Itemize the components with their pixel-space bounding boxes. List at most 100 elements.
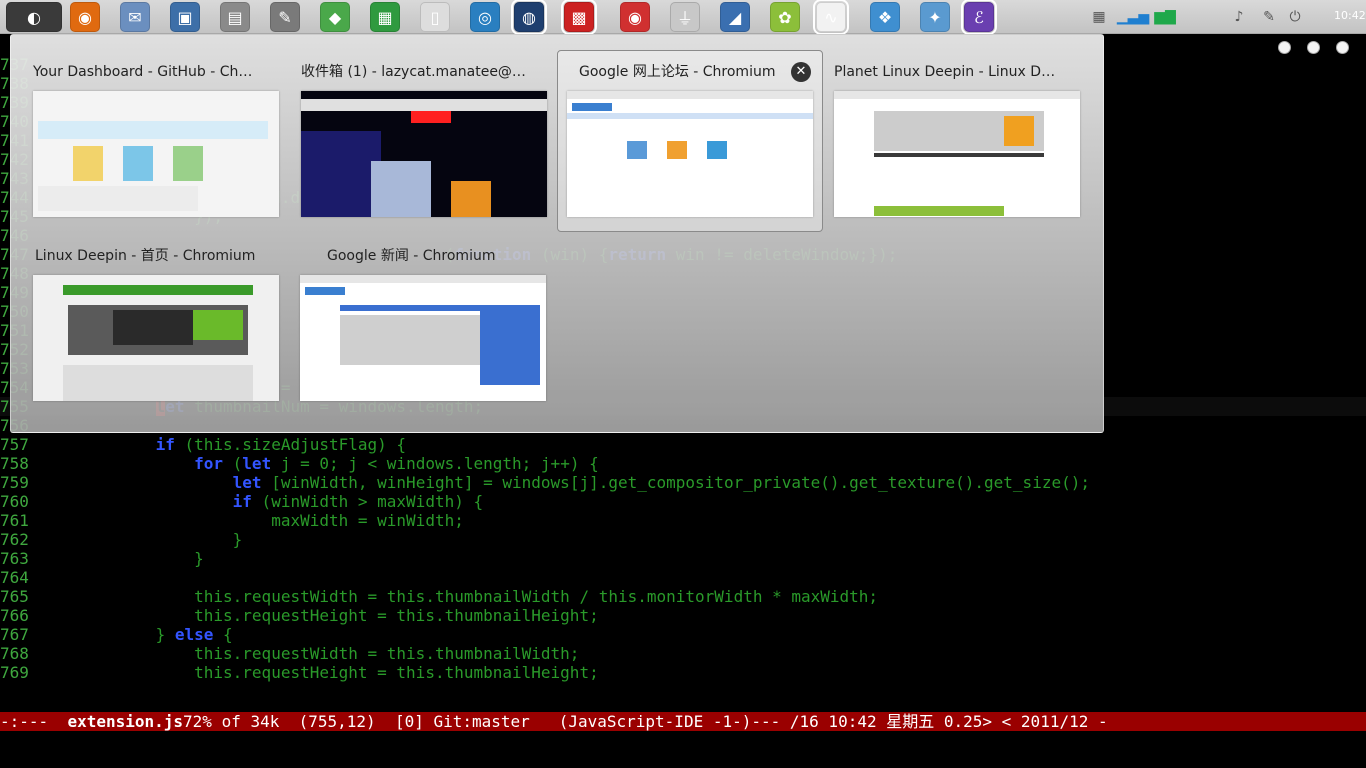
code-line[interactable]: 769 this.requestHeight = this.thumbnailH… bbox=[0, 663, 1366, 682]
firefox-icon[interactable]: ◉ bbox=[70, 2, 100, 32]
thumbnail-content bbox=[627, 141, 647, 159]
line-number: 767 bbox=[0, 625, 29, 644]
thumbnail-content bbox=[707, 141, 727, 159]
window-thumbnail[interactable] bbox=[300, 275, 546, 401]
code-text: maxWidth = winWidth; bbox=[40, 511, 464, 530]
window-title[interactable]: Planet Linux Deepin - Linux D… bbox=[834, 60, 1080, 84]
window-title[interactable]: Google 网上论坛 - Chromium bbox=[579, 60, 825, 84]
code-line[interactable]: 758 for (let j = 0; j < windows.length; … bbox=[0, 454, 1366, 473]
memory-graph-icon[interactable]: ▆▇ bbox=[1152, 6, 1178, 28]
minibuffer[interactable] bbox=[0, 731, 1366, 768]
close-window-icon[interactable] bbox=[1336, 41, 1349, 54]
window-thumbnail[interactable] bbox=[301, 91, 547, 217]
mail-icon[interactable]: ✉ bbox=[120, 2, 150, 32]
minimize-icon[interactable] bbox=[1278, 41, 1291, 54]
game-icon[interactable]: ▩ bbox=[561, 0, 597, 35]
disk-icon[interactable]: ▤ bbox=[220, 2, 250, 32]
code-text: } else { bbox=[40, 625, 233, 644]
mode-line: -:--- extension.js72% of 34k (755,12) [0… bbox=[0, 712, 1366, 731]
thumbnail-content bbox=[572, 103, 612, 111]
line-number: 758 bbox=[0, 454, 29, 473]
code-text: } bbox=[40, 549, 204, 568]
chat-icon[interactable]: ✦ bbox=[920, 2, 950, 32]
keyboard-icon[interactable]: ▦ bbox=[1086, 6, 1112, 28]
line-number: 763 bbox=[0, 549, 29, 568]
code-line[interactable]: 761 maxWidth = winWidth; bbox=[0, 511, 1366, 530]
thumbnail-content bbox=[480, 305, 540, 385]
window-title[interactable]: Google 新闻 - Chromium bbox=[327, 244, 573, 268]
document-icon[interactable]: ▯ bbox=[420, 2, 450, 32]
thumbnail-content bbox=[305, 287, 345, 295]
line-number: 764 bbox=[0, 568, 29, 587]
maximize-icon[interactable] bbox=[1307, 41, 1320, 54]
code-line[interactable]: 760 if (winWidth > maxWidth) { bbox=[0, 492, 1366, 511]
code-line[interactable]: 765 this.requestWidth = this.thumbnailWi… bbox=[0, 587, 1366, 606]
code-text: } bbox=[40, 530, 243, 549]
thumbnail-content bbox=[301, 99, 547, 111]
mode-line-status: 72% of 34k (755,12) [0] Git:master (Java… bbox=[183, 712, 1108, 731]
line-number: 757 bbox=[0, 435, 29, 454]
code-text: if (winWidth > maxWidth) { bbox=[232, 492, 484, 511]
package-icon[interactable]: ◆ bbox=[320, 2, 350, 32]
paint-icon[interactable]: ✿ bbox=[770, 2, 800, 32]
thumbnail-content bbox=[300, 275, 546, 283]
thumbnail-content bbox=[38, 121, 268, 139]
usb-icon[interactable]: ⏚ bbox=[670, 2, 700, 32]
thumbnail-content bbox=[567, 113, 813, 119]
cpu-graph-icon[interactable]: ▁▃▅ bbox=[1117, 6, 1149, 28]
code-line[interactable]: 766 this.requestHeight = this.thumbnailH… bbox=[0, 606, 1366, 625]
thumbnail-content bbox=[63, 285, 253, 295]
code-text: this.requestWidth = this.thumbnailWidth … bbox=[40, 587, 879, 606]
code-line[interactable]: 759 let [winWidth, winHeight] = windows[… bbox=[0, 473, 1366, 492]
code-line[interactable]: 764 bbox=[0, 568, 1366, 587]
code-line[interactable]: 763 } bbox=[0, 549, 1366, 568]
power-icon[interactable]: ⏻ bbox=[1282, 6, 1308, 28]
spreadsheet-icon[interactable]: ▦ bbox=[370, 2, 400, 32]
thumbnail-content bbox=[451, 181, 491, 217]
close-icon[interactable]: ✕ bbox=[791, 62, 811, 82]
image-viewer-icon[interactable]: ▣ bbox=[170, 2, 200, 32]
search-tool-icon[interactable]: ◍ bbox=[511, 0, 547, 35]
line-number: 769 bbox=[0, 663, 29, 682]
clock[interactable]: 10:42 bbox=[1334, 9, 1366, 22]
thumbnail-content bbox=[73, 146, 103, 181]
code-line[interactable]: 768 this.requestWidth = this.thumbnailWi… bbox=[0, 644, 1366, 663]
window-title[interactable]: 收件箱 (1) - lazycat.manatee@… bbox=[301, 60, 547, 84]
window-thumbnail[interactable] bbox=[33, 91, 279, 217]
code-line[interactable]: 762 } bbox=[0, 530, 1366, 549]
line-number: 759 bbox=[0, 473, 29, 492]
code-text: this.requestHeight = this.thumbnailHeigh… bbox=[40, 606, 599, 625]
thumbnail-content bbox=[340, 315, 480, 365]
deepin-menu-icon[interactable]: ◐ bbox=[6, 2, 62, 32]
system-monitor-icon[interactable]: ∿ bbox=[813, 0, 849, 35]
thumbnail-content bbox=[123, 146, 153, 181]
thumbnail-content bbox=[874, 153, 1044, 157]
line-number: 761 bbox=[0, 511, 29, 530]
tools-icon[interactable]: ✎ bbox=[270, 2, 300, 32]
code-text: this.requestHeight = this.thumbnailHeigh… bbox=[40, 663, 599, 682]
thumbnail-content bbox=[667, 141, 687, 159]
thumbnail-content bbox=[834, 91, 1080, 99]
code-line[interactable]: 757 if (this.sizeAdjustFlag) { bbox=[0, 435, 1366, 454]
network-icon[interactable]: ◢ bbox=[720, 2, 750, 32]
mode-line-prefix: -:--- bbox=[0, 712, 68, 731]
emacs-icon[interactable]: ℰ bbox=[961, 0, 997, 35]
thumbnail-content bbox=[38, 186, 198, 211]
thumbnail-content bbox=[301, 131, 381, 217]
pen-icon[interactable]: ✎ bbox=[1256, 6, 1282, 28]
browser-icon[interactable]: ◎ bbox=[470, 2, 500, 32]
top-dock: ◐ ◉ ✉ ▣ ▤ ✎ ◆ ▦ ▯ ◎ ◍ ▩ ◉ ⏚ ◢ ✿ ∿ ❖ ✦ ℰ ▦ ▁▃▅ ▆▇ ♪ ✎ ⏻ 10:42 bbox=[0, 0, 1366, 35]
volume-icon[interactable]: ♪ bbox=[1226, 6, 1252, 28]
window-title[interactable]: Your Dashboard - GitHub - Ch… bbox=[33, 60, 279, 84]
window-thumbnail[interactable] bbox=[567, 91, 813, 217]
thumbnail-content bbox=[411, 111, 451, 123]
music-icon[interactable]: ◉ bbox=[620, 2, 650, 32]
code-text: let [winWidth, winHeight] = windows[j].g… bbox=[232, 473, 1090, 492]
deepin-tool-icon[interactable]: ❖ bbox=[870, 2, 900, 32]
window-title[interactable]: Linux Deepin - 首页 - Chromium bbox=[35, 244, 281, 268]
window-thumbnail[interactable] bbox=[834, 91, 1080, 217]
window-thumbnail[interactable] bbox=[33, 275, 279, 401]
line-number: 762 bbox=[0, 530, 29, 549]
code-line[interactable]: 767 } else { bbox=[0, 625, 1366, 644]
line-number: 765 bbox=[0, 587, 29, 606]
